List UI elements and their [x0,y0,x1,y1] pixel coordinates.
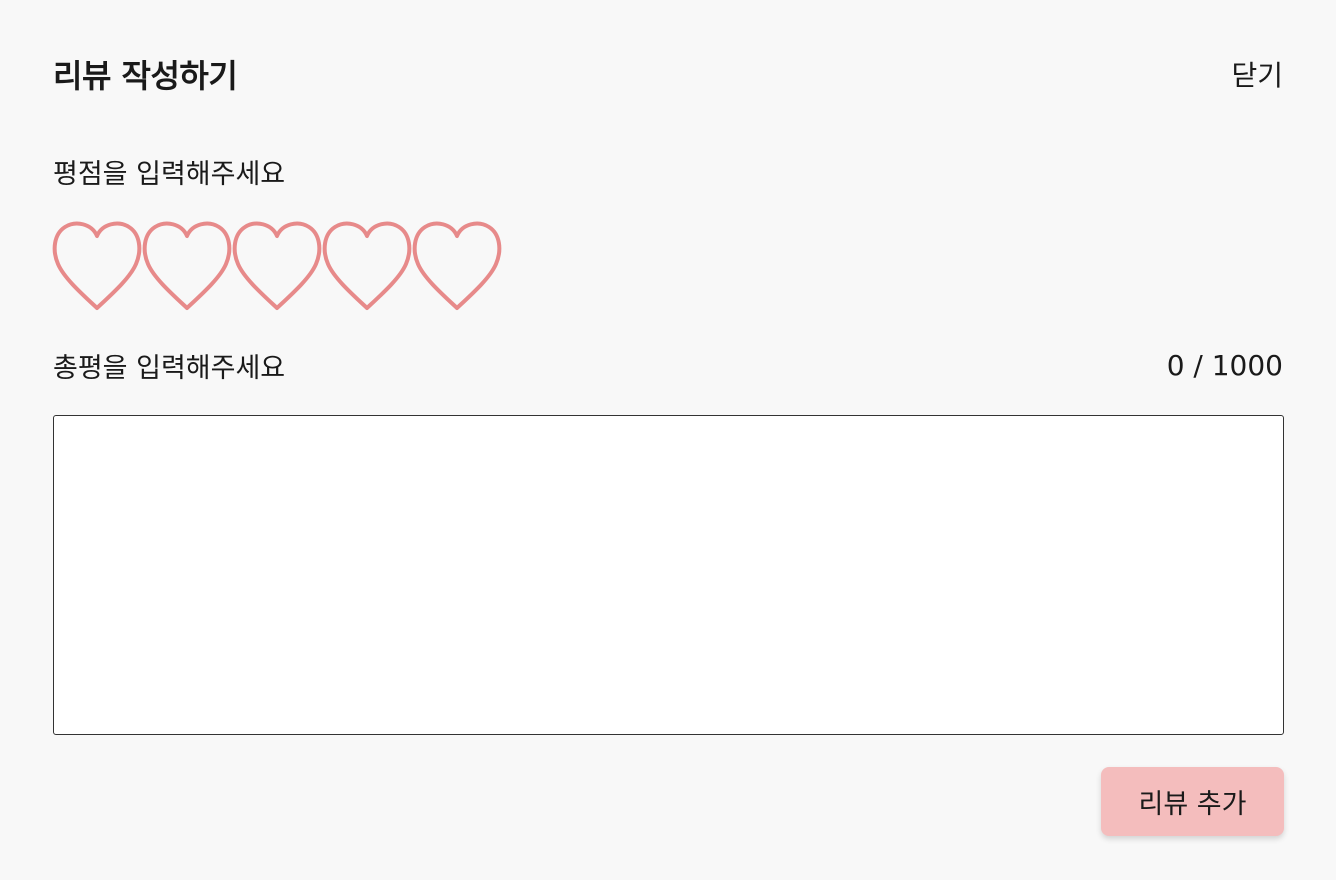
review-modal: 리뷰 작성하기 닫기 평점을 입력해주세요 총평을 입력해주세요 0 / 100… [0,0,1336,880]
modal-header: 리뷰 작성하기 닫기 [53,52,1283,96]
heart-icon[interactable] [322,218,412,312]
heart-icon[interactable] [412,218,502,312]
heart-rating [52,218,502,312]
rating-label: 평점을 입력해주세요 [53,159,286,190]
review-label-row: 총평을 입력해주세요 0 / 1000 [53,346,1283,385]
heart-icon[interactable] [52,218,142,312]
close-button[interactable]: 닫기 [1231,54,1283,94]
review-textarea[interactable] [53,415,1284,735]
heart-icon[interactable] [232,218,322,312]
add-review-button[interactable]: 리뷰 추가 [1101,767,1284,836]
character-counter: 0 / 1000 [1166,349,1283,382]
review-label: 총평을 입력해주세요 [53,353,286,384]
modal-title: 리뷰 작성하기 [53,57,238,95]
heart-icon[interactable] [142,218,232,312]
